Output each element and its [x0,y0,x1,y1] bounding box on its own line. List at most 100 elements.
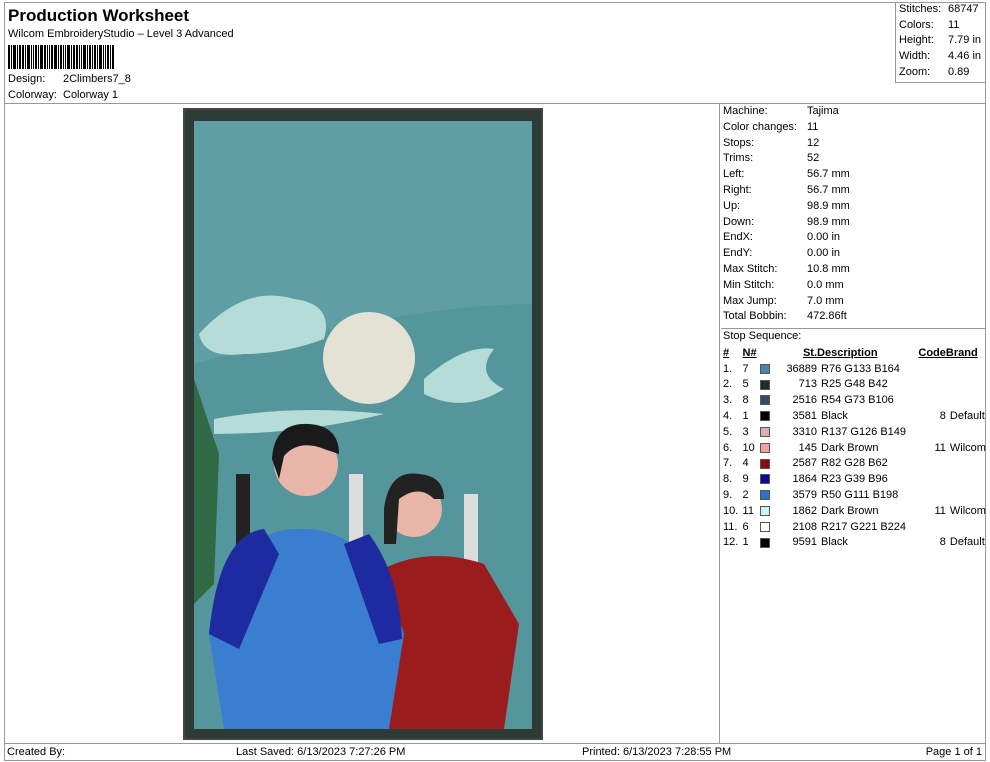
color-code: 8 [939,410,946,423]
stop-number: 3. [723,394,733,407]
color-brand [946,456,986,472]
stat-row: Width: 4.46 in [896,49,986,65]
stitch-count: 3579 [792,489,818,502]
info-value: 98.9 mm [807,199,850,212]
info-value: 52 [807,152,820,165]
needle-number: 11 [742,504,754,517]
footer: Created By: Last Saved: 6/13/2023 7:27:2… [4,743,986,761]
stat-label: Colors: [899,18,934,31]
header: Production Worksheet Wilcom EmbroiderySt… [4,2,986,104]
color-description: Black [821,410,848,423]
design-row: Design: 2Climbers7_8 [8,73,131,85]
stat-value: 0.89 [948,65,970,78]
info-row: EndX: 0.00 in [721,230,986,246]
info-row: EndY: 0.00 in [721,246,986,262]
table-row: 8. 9 1864 R23 G39 B96 [723,471,986,487]
design-label: Design: [8,73,46,85]
color-code [910,377,945,393]
needle-number: 4 [742,457,749,470]
color-swatch [760,424,773,440]
stop-number: 6. [723,441,733,454]
stitch-count: 2516 [792,394,818,407]
table-row: 7. 4 2587 R82 G28 B62 [723,456,986,472]
info-row: Max Stitch: 10.8 mm [721,262,986,278]
info-label: Stops: [723,136,755,149]
design-preview [4,104,720,743]
color-description: R82 G28 B62 [821,457,888,470]
color-brand [946,519,986,535]
needle-number: 8 [742,394,749,407]
software-name: Wilcom EmbroideryStudio – Level 3 Advanc… [8,28,234,40]
color-brand [946,377,986,393]
color-description: R23 G39 B96 [821,473,888,486]
design-value: 2Climbers7_8 [63,73,131,85]
stat-value: 68747 [948,3,979,15]
embroidery-image [183,108,543,740]
color-code [910,471,945,487]
info-row: Down: 98.9 mm [721,215,986,231]
info-value: 0.00 in [807,247,841,260]
stat-label: Height: [899,34,934,47]
stop-number: 4. [723,410,733,423]
color-swatch [760,519,773,535]
info-value: 98.9 mm [807,215,850,228]
barcode [8,45,186,69]
stitch-count: 2587 [792,457,818,470]
info-label: Total Bobbin: [723,310,787,323]
info-row: Right: 56.7 mm [721,183,986,199]
info-label: EndX: [723,231,753,244]
needle-number: 9 [742,473,749,486]
stop-number: 5. [723,425,733,438]
stop-number: 9. [723,489,733,502]
info-row: Max Jump: 7.0 mm [721,294,986,310]
column-header: # [723,346,730,359]
color-swatch [760,535,773,551]
color-code [910,424,945,440]
color-code [910,456,945,472]
color-swatch [760,377,773,393]
table-row: 6. 10 145 Dark Brown 11 Wilcom [723,440,986,456]
stop-number: 8. [723,473,733,486]
info-label: Down: [723,215,755,228]
stop-number: 1. [723,362,733,375]
table-row: 4. 1 3581 Black 8 Default [723,408,986,424]
info-label: Trims: [723,152,754,165]
stitch-count: 3310 [792,425,818,438]
color-brand: Wilcom [949,441,986,454]
color-brand [946,487,986,503]
info-row: Left: 56.7 mm [721,167,986,183]
color-brand [946,361,986,377]
color-swatch [760,440,773,456]
info-value: 0.0 mm [807,278,844,291]
info-value: 56.7 mm [807,168,850,181]
color-swatch [760,503,773,519]
info-row: Total Bobbin: 472.86ft [721,309,986,325]
colorway-label: Colorway: [8,89,57,101]
info-label: Max Stitch: [723,262,778,275]
color-code: 11 [934,441,946,454]
info-label: Machine: [723,105,768,117]
info-panel: Machine: Tajima Color changes: 11 Stops: 12 Tr… [721,104,986,743]
info-row: Trims: 52 [721,151,986,167]
stop-sequence-table: # N# St. Description Code Brand 1. 7 36889 R76 G1… [723,345,986,550]
info-label: Color changes: [723,120,797,133]
color-description: Dark Brown [821,504,879,517]
table-row: 12. 1 9591 Black 8 Default [723,535,986,551]
color-brand [946,392,986,408]
color-brand: Default [949,410,985,423]
color-swatch [760,487,773,503]
printed-date: Printed: 6/13/2023 7:28:55 PM [582,746,732,758]
needle-number: 1 [742,410,749,423]
info-row: Up: 98.9 mm [721,199,986,215]
info-label: Right: [723,183,752,196]
column-header: Brand [945,346,978,359]
color-swatch [760,361,773,377]
needle-number: 10 [742,441,755,454]
info-row: Min Stitch: 0.0 mm [721,278,986,294]
colorway-row: Colorway: Colorway 1 [8,89,118,101]
stop-number: 11. [723,520,738,533]
color-brand: Wilcom [949,504,986,517]
info-label: Left: [723,168,745,181]
info-value: 12 [807,136,820,149]
info-row: Machine: Tajima [721,104,986,120]
